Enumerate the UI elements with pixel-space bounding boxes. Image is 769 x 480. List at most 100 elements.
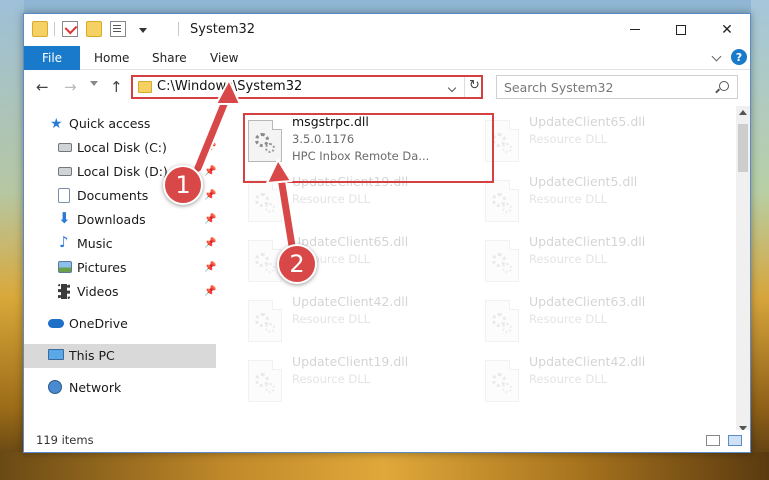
title-bar: System32 ✕ <box>24 14 750 46</box>
file-item[interactable]: UpdateClient65.dll Resource DLL <box>485 114 705 170</box>
file-item[interactable]: UpdateClient63.dll Resource DLL <box>485 294 705 350</box>
desktop-wallpaper-bottom <box>0 452 769 480</box>
music-icon: ♪ <box>59 233 69 251</box>
scroll-thumb[interactable] <box>738 124 748 172</box>
address-bar[interactable]: C:\Windows\System32 ↻ <box>131 75 483 99</box>
file-item[interactable]: UpdateClient42.dll Resource DLL <box>485 354 705 410</box>
sidebar-item-downloads[interactable]: ⬇ Downloads 📌 <box>24 208 216 232</box>
dll-file-icon <box>485 240 519 282</box>
customize-icon[interactable] <box>110 21 126 37</box>
maximize-button[interactable] <box>658 14 704 45</box>
sidebar-item-local-disk-c[interactable]: Local Disk (C:) 📌 <box>24 136 216 160</box>
pin-icon[interactable]: 📌 <box>204 166 216 177</box>
file-name: UpdateClient63.dll <box>529 294 646 309</box>
step-2-badge: 2 <box>277 244 317 284</box>
desktop-wallpaper-left <box>0 0 24 480</box>
file-highlight-box <box>243 113 494 183</box>
file-name: UpdateClient42.dll <box>529 354 646 369</box>
search-placeholder: Search System32 <box>504 80 614 95</box>
search-icon[interactable] <box>719 81 729 91</box>
tab-home[interactable]: Home <box>94 51 129 65</box>
file-name: UpdateClient19.dll <box>292 354 409 369</box>
details-view-icon[interactable] <box>706 435 720 446</box>
close-icon: ✕ <box>721 21 733 38</box>
folder-icon <box>32 21 48 37</box>
file-item[interactable]: UpdateClient5.dll Resource DLL <box>485 174 705 230</box>
vertical-scrollbar[interactable] <box>736 106 750 436</box>
maximize-icon <box>676 24 686 35</box>
dll-file-icon <box>485 180 519 222</box>
sidebar-item-onedrive[interactable]: OneDrive <box>24 312 216 336</box>
minimize-button[interactable] <box>612 14 658 45</box>
tab-share[interactable]: Share <box>152 51 187 65</box>
pin-icon[interactable]: 📌 <box>204 238 216 249</box>
toolbar-separator <box>178 22 179 36</box>
step-1-badge: 1 <box>163 165 203 205</box>
address-dropdown-icon[interactable] <box>447 83 457 93</box>
sidebar-item-label: Local Disk (C:) <box>77 140 167 155</box>
pin-icon[interactable]: 📌 <box>204 190 216 201</box>
dll-file-icon <box>248 300 282 342</box>
item-count: 119 items <box>36 433 94 447</box>
cloud-icon <box>48 319 64 328</box>
pin-icon[interactable]: 📌 <box>204 214 216 225</box>
dll-file-icon <box>485 360 519 402</box>
sidebar-item-label: Videos <box>77 284 119 299</box>
sidebar-item-music[interactable]: ♪ Music 📌 <box>24 232 216 256</box>
pin-icon[interactable]: 📌 <box>204 262 216 273</box>
tab-view[interactable]: View <box>210 51 238 65</box>
close-button[interactable]: ✕ <box>704 14 750 45</box>
address-path[interactable]: C:\Windows\System32 <box>157 79 302 94</box>
file-item[interactable]: UpdateClient19.dll Resource DLL <box>248 354 468 410</box>
back-arrow-icon[interactable]: ← <box>36 79 49 95</box>
sidebar-item-label: Downloads <box>77 212 146 227</box>
tab-file[interactable]: File <box>24 46 80 70</box>
drive-icon <box>58 167 72 176</box>
refresh-icon[interactable]: ↻ <box>469 78 480 93</box>
file-item[interactable]: UpdateClient42.dll Resource DLL <box>248 294 468 350</box>
file-type: Resource DLL <box>529 312 608 326</box>
sidebar-item-network[interactable]: Network <box>24 376 216 400</box>
documents-icon <box>58 188 70 203</box>
sidebar-item-label: Local Disk (D:) <box>77 164 168 179</box>
help-icon[interactable]: ? <box>731 49 747 65</box>
scroll-up-icon[interactable] <box>739 110 747 115</box>
pin-icon[interactable]: 📌 <box>204 286 216 297</box>
expand-ribbon-icon[interactable] <box>711 51 722 62</box>
toolbar-separator <box>54 22 55 36</box>
navigation-bar: ← → ↑ C:\Windows\System32 ↻ Search Syste… <box>24 71 750 103</box>
search-input[interactable]: Search System32 <box>496 75 738 99</box>
new-folder-icon[interactable] <box>86 21 102 37</box>
sidebar-item-pictures[interactable]: Pictures 📌 <box>24 256 216 280</box>
computer-icon <box>48 349 64 360</box>
properties-icon[interactable] <box>62 21 78 37</box>
large-icons-view-icon[interactable] <box>728 435 742 446</box>
file-type: Resource DLL <box>529 252 608 266</box>
file-type: Resource DLL <box>292 192 371 206</box>
file-item[interactable]: UpdateClient19.dll Resource DLL <box>485 234 705 290</box>
folder-icon <box>138 81 152 93</box>
address-separator <box>464 77 465 97</box>
videos-icon <box>58 284 70 299</box>
up-arrow-icon[interactable]: ↑ <box>110 79 123 95</box>
dll-file-icon <box>485 300 519 342</box>
sidebar-item-label: Music <box>77 236 113 251</box>
quick-access-dropdown-icon[interactable] <box>139 28 147 33</box>
pictures-icon <box>58 261 72 273</box>
forward-arrow-icon[interactable]: → <box>64 79 77 95</box>
sidebar-item-label: Documents <box>77 188 149 203</box>
pin-icon[interactable]: 📌 <box>204 142 216 153</box>
file-explorer-window: System32 ✕ File Home Share View ? ← → ↑ … <box>23 13 751 453</box>
sidebar-item-videos[interactable]: Videos 📌 <box>24 280 216 304</box>
sidebar-item-label: This PC <box>69 348 115 363</box>
sidebar-item-label: Pictures <box>77 260 127 275</box>
network-icon <box>48 380 62 394</box>
download-icon: ⬇ <box>58 209 71 227</box>
file-type: Resource DLL <box>529 372 608 386</box>
sidebar-item-label: Network <box>69 380 122 395</box>
file-name: UpdateClient65.dll <box>529 114 646 129</box>
sidebar-item-quick-access[interactable]: ★ Quick access <box>24 112 216 136</box>
recent-locations-icon[interactable] <box>90 81 98 86</box>
sidebar-item-this-pc[interactable]: This PC <box>24 344 216 368</box>
file-name: UpdateClient19.dll <box>529 234 646 249</box>
